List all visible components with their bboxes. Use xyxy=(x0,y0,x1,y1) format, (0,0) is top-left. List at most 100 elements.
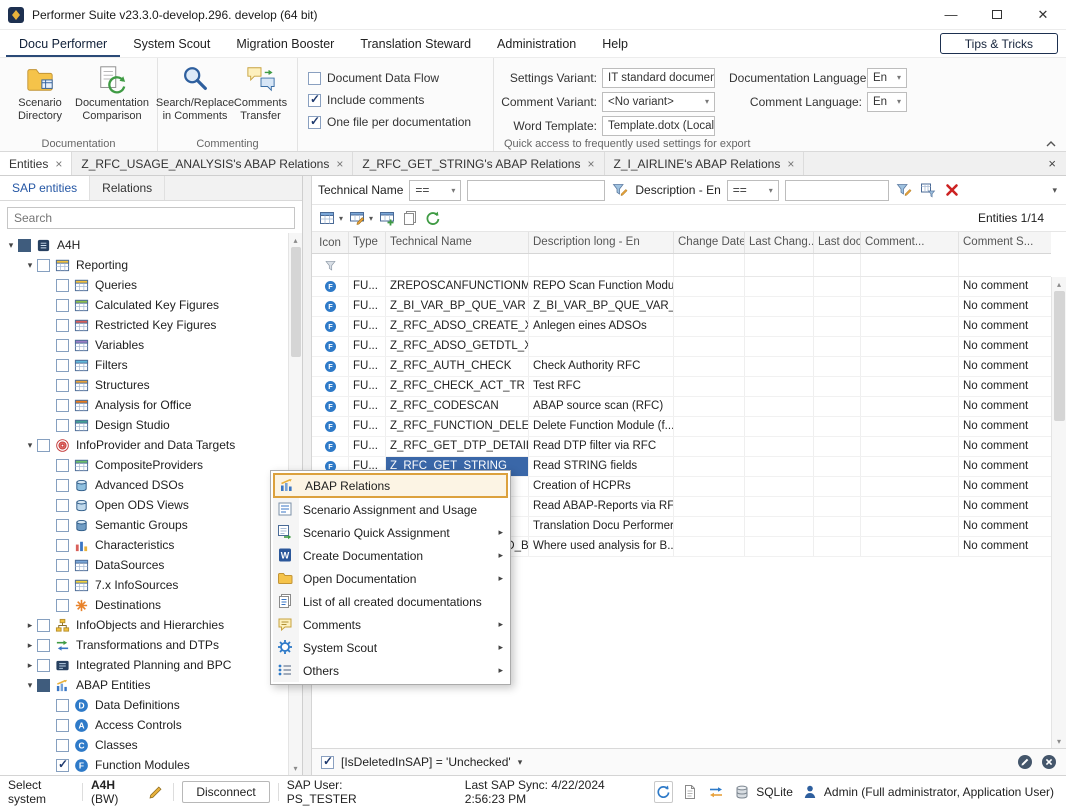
tree-item[interactable]: ▸ Integrated Planning and BPC xyxy=(0,655,288,675)
checkbox-box[interactable] xyxy=(308,94,321,107)
copy-list-button[interactable] xyxy=(401,209,419,227)
tree-checkbox[interactable] xyxy=(56,599,69,612)
close-button[interactable]: ✕ xyxy=(1020,0,1066,29)
tree-checkbox[interactable] xyxy=(37,259,50,272)
tree-checkbox[interactable] xyxy=(56,299,69,312)
tree-checkbox[interactable] xyxy=(56,759,69,772)
log-icon[interactable] xyxy=(681,783,699,801)
table-row[interactable]: F FU... Z_RFC_FUNCTION_DELE Delete Funct… xyxy=(312,417,1051,437)
ribbon-tab[interactable]: Administration xyxy=(484,30,589,57)
tree-item[interactable]: ▾ Reporting xyxy=(0,255,288,275)
connected-system[interactable]: A4H (BW) xyxy=(91,778,139,806)
document-tab[interactable]: Z_RFC_GET_STRING's ABAP Relations × xyxy=(353,152,604,175)
table-row[interactable]: F FU... Z_RFC_ADSO_CREATE_X Anlegen eine… xyxy=(312,317,1051,337)
tree-item[interactable]: Destinations xyxy=(0,595,288,615)
clear-filter-icon[interactable] xyxy=(943,181,961,199)
tree-expander-icon[interactable]: ▾ xyxy=(23,440,37,451)
entity-panel-tab[interactable]: Relations xyxy=(90,176,165,200)
table-row[interactable]: F FU... Z_RFC_CODESCAN ABAP source scan … xyxy=(312,397,1051,417)
ribbon-tab[interactable]: Migration Booster xyxy=(223,30,347,57)
filter-active-checkbox[interactable] xyxy=(321,756,334,769)
tree-checkbox[interactable] xyxy=(56,379,69,392)
tree-checkbox[interactable] xyxy=(56,339,69,352)
ribbon-checkbox[interactable]: Include comments xyxy=(308,93,485,107)
tree-item[interactable]: Analysis for Office xyxy=(0,395,288,415)
context-menu-item[interactable]: ABAP Relations ▸ xyxy=(273,473,508,498)
panel-menu-icon[interactable]: ▾ xyxy=(1052,185,1060,196)
tree-item[interactable]: ▾ InfoProvider and Data Targets xyxy=(0,435,288,455)
tree-item[interactable]: Restricted Key Figures xyxy=(0,315,288,335)
edit-system-icon[interactable] xyxy=(147,783,165,801)
tree-checkbox[interactable] xyxy=(37,659,50,672)
tree-item[interactable]: A Access Controls xyxy=(0,715,288,735)
description-filter-input[interactable] xyxy=(785,180,889,201)
column-header[interactable]: Comment S... xyxy=(959,232,1051,253)
tree-checkbox[interactable] xyxy=(56,739,69,752)
tree-checkbox[interactable] xyxy=(56,579,69,592)
description-operator-select[interactable]: ==▾ xyxy=(727,180,779,201)
tree-item[interactable]: Queries xyxy=(0,275,288,295)
document-tab[interactable]: Z_RFC_USAGE_ANALYSIS's ABAP Relations × xyxy=(72,152,353,175)
tree-item[interactable]: C Classes xyxy=(0,735,288,755)
ribbon-tab[interactable]: Help xyxy=(589,30,641,57)
context-menu-item[interactable]: Scenario Assignment and Usage ▸ xyxy=(273,498,508,521)
tree-item[interactable]: Open ODS Views xyxy=(0,495,288,515)
maximize-button[interactable] xyxy=(974,0,1020,29)
tips-and-tricks-button[interactable]: Tips & Tricks xyxy=(940,33,1058,54)
tree-checkbox[interactable] xyxy=(56,719,69,732)
ribbon-tab[interactable]: System Scout xyxy=(120,30,223,57)
ribbon-checkbox[interactable]: Document Data Flow xyxy=(308,71,485,85)
tree-checkbox[interactable] xyxy=(56,399,69,412)
tab-close-icon[interactable]: × xyxy=(55,157,62,171)
context-menu-item[interactable]: Scenario Quick Assignment ▸ xyxy=(273,521,508,544)
context-menu-item[interactable]: Open Documentation ▸ xyxy=(273,567,508,590)
tree-item[interactable]: Semantic Groups xyxy=(0,515,288,535)
tree-item[interactable]: Variables xyxy=(0,335,288,355)
tree-expander-icon[interactable]: ▸ xyxy=(23,640,37,651)
tree-item[interactable]: Filters xyxy=(0,355,288,375)
ribbon-button[interactable]: Documentation Comparison xyxy=(76,61,148,137)
tree-checkbox[interactable] xyxy=(56,319,69,332)
table-row[interactable]: F FU... ZREPOSCANFUNCTIONM REPO Scan Fun… xyxy=(312,277,1051,297)
variant-select[interactable]: <No variant>▾ xyxy=(602,92,715,112)
tab-close-icon[interactable]: × xyxy=(787,157,794,171)
scrollbar-thumb[interactable] xyxy=(1054,291,1065,421)
technical-name-filter-input[interactable] xyxy=(467,180,605,201)
tree-checkbox[interactable] xyxy=(56,279,69,292)
edit-documentation-button[interactable]: ▾ xyxy=(348,209,373,227)
tree-checkbox[interactable] xyxy=(56,359,69,372)
tab-close-icon[interactable]: × xyxy=(336,157,343,171)
language-select[interactable]: En▾ xyxy=(867,92,907,112)
checkbox-box[interactable] xyxy=(308,116,321,129)
column-header[interactable]: Last doc... xyxy=(814,232,861,253)
tree-item[interactable]: ▸ Transformations and DTPs xyxy=(0,635,288,655)
tree-expander-icon[interactable]: ▸ xyxy=(23,660,37,671)
column-header[interactable]: Description long - En xyxy=(529,232,674,253)
tree-checkbox[interactable] xyxy=(56,699,69,712)
tree-item[interactable]: ▾ ABAP Entities xyxy=(0,675,288,695)
column-header[interactable]: Change Date xyxy=(674,232,745,253)
tree-item[interactable]: 7.x InfoSources xyxy=(0,575,288,595)
close-filter-icon[interactable] xyxy=(1041,754,1057,770)
tree-checkbox[interactable] xyxy=(56,479,69,492)
column-header[interactable]: Comment... xyxy=(861,232,959,253)
column-header[interactable]: Type xyxy=(349,232,386,253)
tree-item[interactable]: Design Studio xyxy=(0,415,288,435)
scroll-up-icon[interactable]: ▴ xyxy=(289,233,302,247)
context-menu-item[interactable]: W Create Documentation ▸ xyxy=(273,544,508,567)
ribbon-tab[interactable]: Docu Performer xyxy=(6,30,120,57)
tabs-close-button[interactable]: × xyxy=(1038,152,1066,175)
tree-item[interactable]: ▸ InfoObjects and Hierarchies xyxy=(0,615,288,635)
add-entity-button[interactable] xyxy=(378,209,396,227)
column-header[interactable]: Last Chang... xyxy=(745,232,814,253)
scroll-down-icon[interactable]: ▾ xyxy=(1052,734,1066,748)
context-menu-item[interactable]: List of all created documentations ▸ xyxy=(273,590,508,613)
scroll-up-icon[interactable]: ▴ xyxy=(1052,277,1066,291)
table-row[interactable]: F FU... Z_RFC_AUTH_CHECK Check Authority… xyxy=(312,357,1051,377)
filter-editor-icon[interactable] xyxy=(895,181,913,199)
tree-checkbox[interactable] xyxy=(56,539,69,552)
sync-refresh-button[interactable] xyxy=(654,781,674,803)
column-header[interactable]: Icon xyxy=(312,232,349,253)
table-row[interactable]: F FU... Z_BI_VAR_BP_QUE_VAR Z_BI_VAR_BP_… xyxy=(312,297,1051,317)
context-menu-item[interactable]: System Scout ▸ xyxy=(273,636,508,659)
